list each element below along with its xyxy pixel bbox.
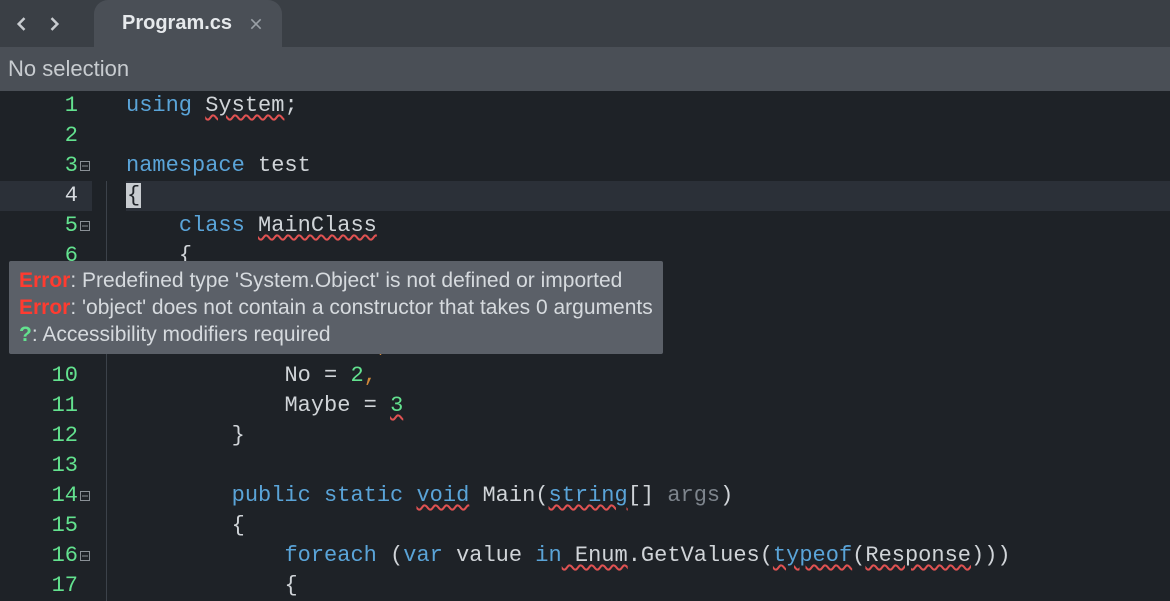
code-line: } [126, 421, 1170, 451]
code-line: No = 2, [126, 361, 1170, 391]
code-line: class MainClass [126, 211, 1170, 241]
code-line: namespace test [126, 151, 1170, 181]
fold-toggle-icon[interactable] [78, 161, 92, 171]
close-icon[interactable] [248, 15, 266, 33]
nav-back-button[interactable] [10, 12, 34, 36]
tab-title: Program.cs [122, 12, 232, 35]
title-bar: Program.cs [0, 0, 1170, 47]
code-line: { [126, 571, 1170, 601]
nav-arrows [0, 12, 76, 36]
code-line: foreach (var value in Enum.GetValues(typ… [126, 541, 1170, 571]
code-line: public static void Main(string[] args) [126, 481, 1170, 511]
code-line [126, 121, 1170, 151]
code-line: { [126, 181, 1170, 211]
fold-toggle-icon[interactable] [78, 221, 92, 231]
nav-forward-button[interactable] [42, 12, 66, 36]
code-line: { [126, 511, 1170, 541]
selection-status: No selection [8, 56, 129, 82]
fold-toggle-icon[interactable] [78, 491, 92, 501]
fold-toggle-icon[interactable] [78, 551, 92, 561]
code-line [126, 451, 1170, 481]
code-line: using System; [126, 91, 1170, 121]
tab-program-cs[interactable]: Program.cs [94, 0, 282, 47]
breadcrumb-bar: No selection [0, 47, 1170, 91]
code-line: Maybe = 3 [126, 391, 1170, 421]
code-editor[interactable]: 1 2 3 4 5 6 7 8 9 10 11 12 13 14 15 16 1… [0, 91, 1170, 588]
error-tooltip: Error: Predefined type 'System.Object' i… [9, 261, 663, 354]
